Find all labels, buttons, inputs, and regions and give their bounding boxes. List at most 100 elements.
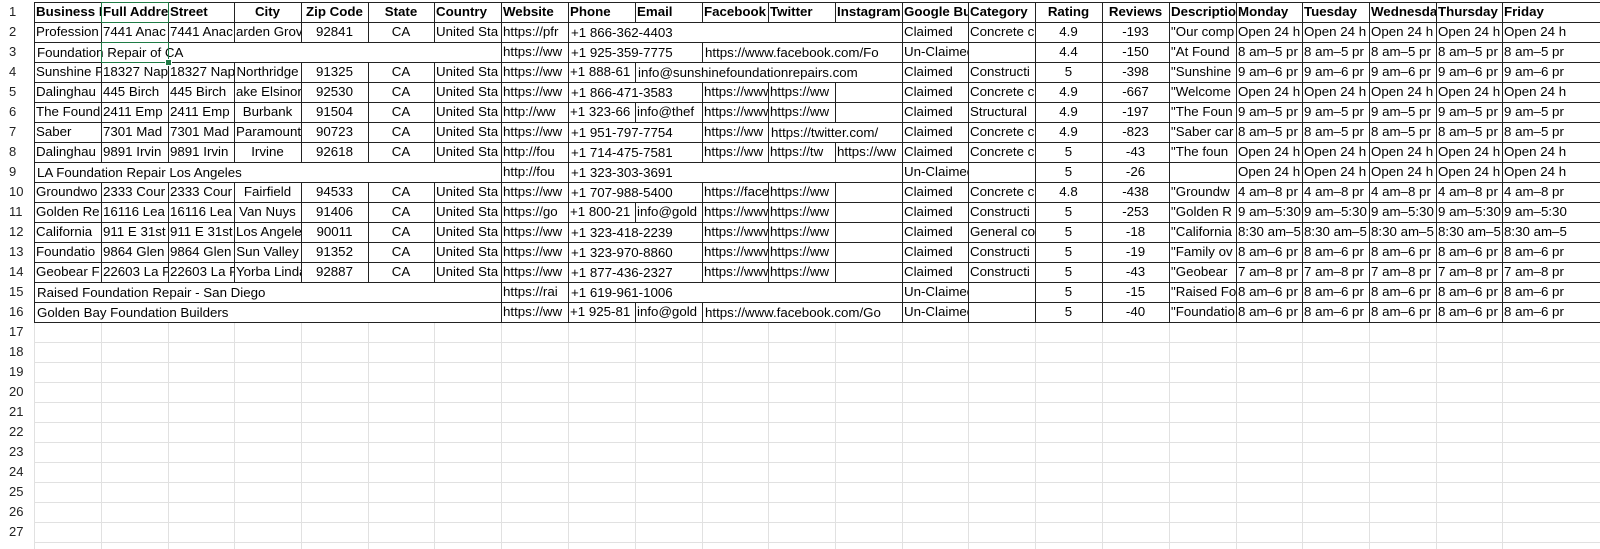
table-cell[interactable]: Concrete c <box>968 182 1035 202</box>
table-cell[interactable]: 5 <box>1035 262 1102 282</box>
table-cell[interactable]: Fairfield <box>234 182 301 202</box>
row-number[interactable]: 8 <box>0 142 30 162</box>
row-number[interactable]: 11 <box>0 202 30 222</box>
fill-handle[interactable] <box>165 59 172 66</box>
table-cell[interactable]: Concrete c <box>968 82 1035 102</box>
table-cell[interactable]: "At Found <box>1169 42 1236 62</box>
table-cell[interactable]: 8 am–5 pr <box>1302 42 1369 62</box>
table-cell[interactable]: 8 am–6 pr <box>1302 282 1369 302</box>
table-cell[interactable]: CA <box>368 142 434 162</box>
table-cell[interactable]: CA <box>368 262 434 282</box>
row-number[interactable]: 1 <box>0 2 30 22</box>
table-cell[interactable]: 8 am–5 pr <box>1369 42 1436 62</box>
table-cell[interactable]: "Raised Fo <box>1169 282 1236 302</box>
column-header[interactable]: Country <box>434 2 501 22</box>
table-cell[interactable]: 9 am–5 pr <box>1436 102 1502 122</box>
table-cell[interactable]: 5 <box>1035 242 1102 262</box>
table-cell[interactable]: "The Foun <box>1169 102 1236 122</box>
table-cell[interactable]: 9 am–5:30 <box>1236 202 1302 222</box>
table-cell[interactable]: Un-Claimed <box>902 42 968 62</box>
column-header[interactable]: Thursday <box>1436 2 1502 22</box>
table-cell[interactable]: 5 <box>1035 202 1102 222</box>
table-cell[interactable]: Open 24 h <box>1502 22 1600 42</box>
table-cell[interactable]: Yorba Linda <box>234 262 301 282</box>
row-number[interactable]: 7 <box>0 122 30 142</box>
table-cell[interactable]: arden Grov <box>234 22 301 42</box>
table-cell[interactable]: 9 am–6 pr <box>1436 62 1502 82</box>
table-cell[interactable]: https://ww <box>768 182 835 202</box>
table-cell[interactable]: 8 am–6 pr <box>1502 242 1600 262</box>
row-number[interactable]: 15 <box>0 282 30 302</box>
table-cell[interactable]: "Geobear <box>1169 262 1236 282</box>
table-cell[interactable]: ake Elsinor <box>234 82 301 102</box>
table-cell[interactable]: -438 <box>1102 182 1169 202</box>
row-number[interactable]: 20 <box>0 382 30 402</box>
table-cell[interactable]: Dalinghau <box>34 82 101 102</box>
table-cell[interactable] <box>835 202 902 222</box>
row-number[interactable]: 21 <box>0 402 30 422</box>
row-number[interactable]: 4 <box>0 62 30 82</box>
table-cell[interactable]: 4.9 <box>1035 82 1102 102</box>
table-cell[interactable]: 8 am–6 pr <box>1502 302 1600 322</box>
table-cell[interactable]: https://ww <box>501 262 568 282</box>
table-cell[interactable]: United Sta <box>434 22 501 42</box>
table-cell[interactable]: 18327 Nap <box>101 62 168 82</box>
row-number[interactable]: 19 <box>0 362 30 382</box>
row-number[interactable]: 25 <box>0 482 30 502</box>
table-cell[interactable]: Claimed <box>902 262 968 282</box>
table-cell[interactable]: 445 Birch <box>168 82 234 102</box>
row-number[interactable]: 23 <box>0 442 30 462</box>
table-cell[interactable]: Sun Valley <box>234 242 301 262</box>
table-cell[interactable]: 9 am–5 pr <box>1369 102 1436 122</box>
table-cell[interactable]: 9 am–5:30 <box>1369 202 1436 222</box>
table-cell[interactable]: 9 am–5:30 <box>1302 202 1369 222</box>
table-cell[interactable]: United Sta <box>434 202 501 222</box>
table-cell[interactable]: 7 am–8 pr <box>1436 262 1502 282</box>
table-cell[interactable]: Constructi <box>968 262 1035 282</box>
table-cell[interactable]: 8:30 am–5 <box>1302 222 1369 242</box>
table-cell[interactable]: https://ww <box>501 62 568 82</box>
table-cell[interactable]: Claimed <box>902 62 968 82</box>
column-header[interactable]: Reviews <box>1102 2 1169 22</box>
table-cell[interactable]: 8 am–6 pr <box>1436 302 1502 322</box>
table-cell[interactable]: https://pfr <box>501 22 568 42</box>
table-cell[interactable] <box>968 162 1035 182</box>
table-cell[interactable]: Claimed <box>902 242 968 262</box>
table-cell[interactable]: United Sta <box>434 122 501 142</box>
table-cell[interactable]: 91325 <box>301 62 368 82</box>
table-cell[interactable]: https://ww <box>501 222 568 242</box>
table-cell[interactable]: CA <box>368 102 434 122</box>
table-cell[interactable]: Los Angele <box>234 222 301 242</box>
row-number[interactable]: 5 <box>0 82 30 102</box>
row-number[interactable]: 3 <box>0 42 30 62</box>
table-cell[interactable]: 5 <box>1035 142 1102 162</box>
table-cell[interactable]: United Sta <box>434 102 501 122</box>
table-cell[interactable]: 8:30 am–5 <box>1236 222 1302 242</box>
table-cell[interactable]: https://ww <box>501 122 568 142</box>
table-cell[interactable]: -26 <box>1102 162 1169 182</box>
row-number[interactable]: 16 <box>0 302 30 322</box>
table-cell[interactable]: 445 Birch <box>101 82 168 102</box>
row-number[interactable]: 22 <box>0 422 30 442</box>
row-number[interactable]: 6 <box>0 102 30 122</box>
table-cell[interactable]: CA <box>368 202 434 222</box>
table-cell[interactable]: Sunshine F <box>34 62 101 82</box>
table-cell[interactable]: Open 24 h <box>1502 142 1600 162</box>
table-cell[interactable]: 92530 <box>301 82 368 102</box>
table-cell[interactable]: 8 am–5 pr <box>1502 122 1600 142</box>
table-cell[interactable]: Constructi <box>968 62 1035 82</box>
table-cell[interactable]: 8 am–6 pr <box>1436 282 1502 302</box>
table-cell[interactable]: https://www.facebo <box>702 102 768 122</box>
column-header[interactable]: Tuesday <box>1302 2 1369 22</box>
table-cell[interactable]: 5 <box>1035 62 1102 82</box>
table-cell[interactable]: 8 am–6 pr <box>1369 242 1436 262</box>
table-cell[interactable]: 7 am–8 pr <box>1236 262 1302 282</box>
table-cell[interactable]: CA <box>368 182 434 202</box>
table-cell[interactable]: 7301 Mad <box>168 122 234 142</box>
column-header[interactable]: Website <box>501 2 568 22</box>
table-cell[interactable]: 7 am–8 pr <box>1302 262 1369 282</box>
table-cell[interactable]: Constructi <box>968 242 1035 262</box>
table-cell[interactable]: Concrete c <box>968 142 1035 162</box>
table-cell[interactable] <box>835 242 902 262</box>
table-cell[interactable] <box>835 102 902 122</box>
